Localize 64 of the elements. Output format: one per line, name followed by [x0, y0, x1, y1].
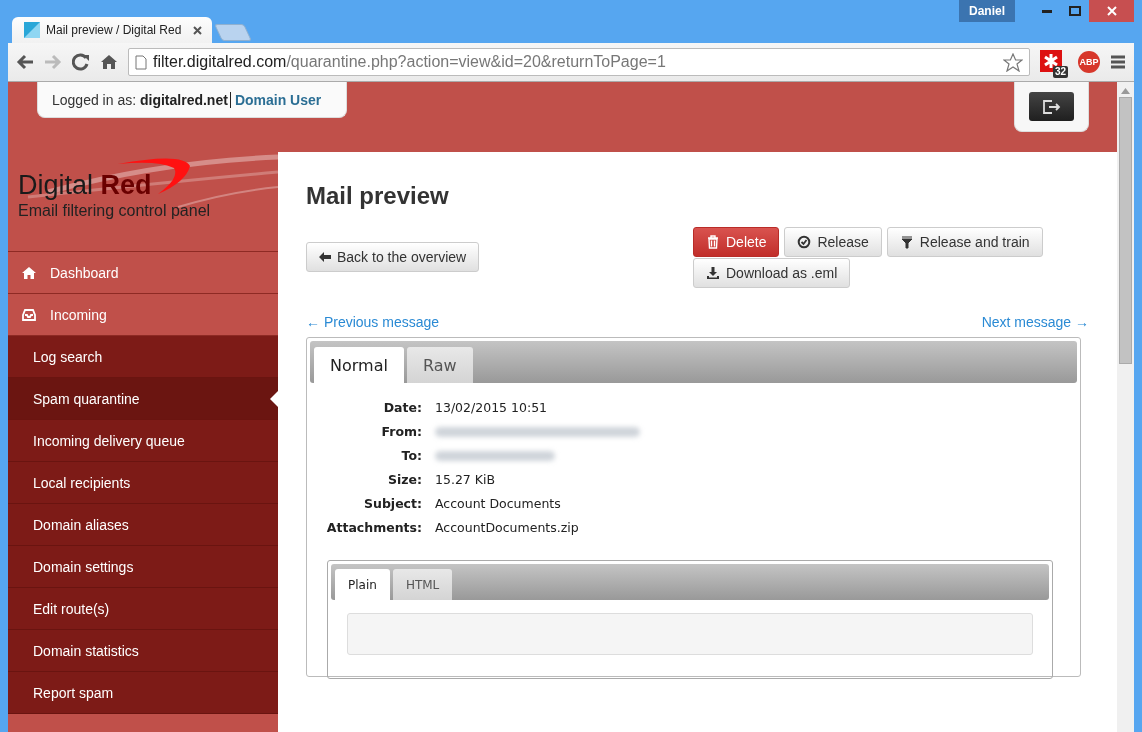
delete-button[interactable]: Delete: [693, 227, 780, 257]
sidebar-item[interactable]: Local recipients: [8, 462, 278, 504]
page-icon: [135, 54, 147, 70]
back-button[interactable]: Back to the overview: [306, 242, 480, 272]
previous-message-link[interactable]: ← Previous message: [306, 314, 440, 330]
tab[interactable]: HTML: [392, 569, 453, 600]
sidebar-item[interactable]: Domain statistics: [8, 630, 278, 672]
download-icon: [706, 266, 720, 280]
close-icon[interactable]: [193, 25, 202, 35]
user-name: Daniel: [959, 0, 1015, 22]
close-icon: [1106, 6, 1117, 16]
inbox-icon: [22, 307, 36, 322]
sidebar-item[interactable]: Edit route(s): [8, 588, 278, 630]
reload-icon[interactable]: [72, 53, 90, 71]
tab[interactable]: Raw: [406, 347, 473, 383]
minimize-icon: [1042, 9, 1052, 13]
field-value: 13/02/2015 10:51: [435, 399, 549, 416]
home-icon[interactable]: [100, 54, 118, 70]
login-info-text: Logged in as: digitalred.net Domain User: [37, 82, 347, 118]
filter-icon: [899, 235, 914, 249]
field-value: 15.27 KiB: [435, 471, 496, 488]
favicon-icon: [24, 22, 40, 38]
next-message-link[interactable]: Next message →: [981, 314, 1089, 330]
page-title: Mail preview: [306, 182, 450, 210]
sidebar-item[interactable]: Log search: [8, 336, 278, 378]
sidebar-item[interactable]: Domain aliases: [8, 504, 278, 546]
extension-badge: 32: [1052, 66, 1068, 78]
field-label: From:: [380, 423, 422, 440]
release-button[interactable]: Release: [784, 227, 882, 257]
home-icon: [22, 265, 36, 280]
browser-tab[interactable]: Mail preview / Digital Red: [12, 17, 212, 43]
logout-button[interactable]: [1029, 92, 1074, 121]
extension-button[interactable]: 32: [1040, 50, 1068, 78]
field-label: Subject:: [363, 495, 422, 512]
check-circle-icon: [797, 235, 812, 249]
sidebar-item[interactable]: Spam quarantine: [8, 378, 278, 420]
bookmark-star-icon[interactable]: [1003, 52, 1023, 72]
field-label: Attachments:: [325, 519, 422, 536]
field-value: AccountDocuments.zip: [435, 519, 580, 536]
download-button[interactable]: Download as .eml: [693, 258, 851, 288]
trash-icon: [706, 235, 720, 249]
tab[interactable]: Plain: [335, 569, 390, 600]
sidebar-item[interactable]: Domain settings: [8, 546, 278, 588]
adblock-button[interactable]: ABP: [1078, 51, 1100, 73]
logo-tagline: Email filtering control panel: [18, 202, 212, 220]
back-arrow-icon: [319, 252, 331, 262]
maximize-icon: [1069, 6, 1081, 16]
sidebar-item[interactable]: Report spam: [8, 672, 278, 714]
close-button[interactable]: [1089, 0, 1134, 22]
field-label: Size:: [386, 471, 422, 488]
tab[interactable]: Normal: [314, 347, 404, 383]
logo-name: Digital Red: [18, 170, 153, 200]
field-label: To:: [400, 447, 422, 464]
menu-icon[interactable]: [1110, 55, 1126, 69]
back-icon[interactable]: [16, 54, 34, 70]
sidebar-item[interactable]: Incoming delivery queue: [8, 420, 278, 462]
address-bar[interactable]: filter.digitalred.com/quarantine.php?action=view&id=20&returnToPage=1: [128, 48, 1030, 76]
release-button[interactable]: Release and train: [886, 227, 1043, 257]
scrollbar[interactable]: [1117, 82, 1134, 732]
field-label: Date:: [382, 399, 422, 416]
tab-title: Mail preview / Digital Red: [46, 23, 182, 37]
logout-icon: [1041, 98, 1062, 115]
field-value: Account Documents: [435, 495, 562, 512]
url-text: filter.digitalred.com/quarantine.php?action=view&id=20&returnToPage=1: [153, 53, 666, 71]
